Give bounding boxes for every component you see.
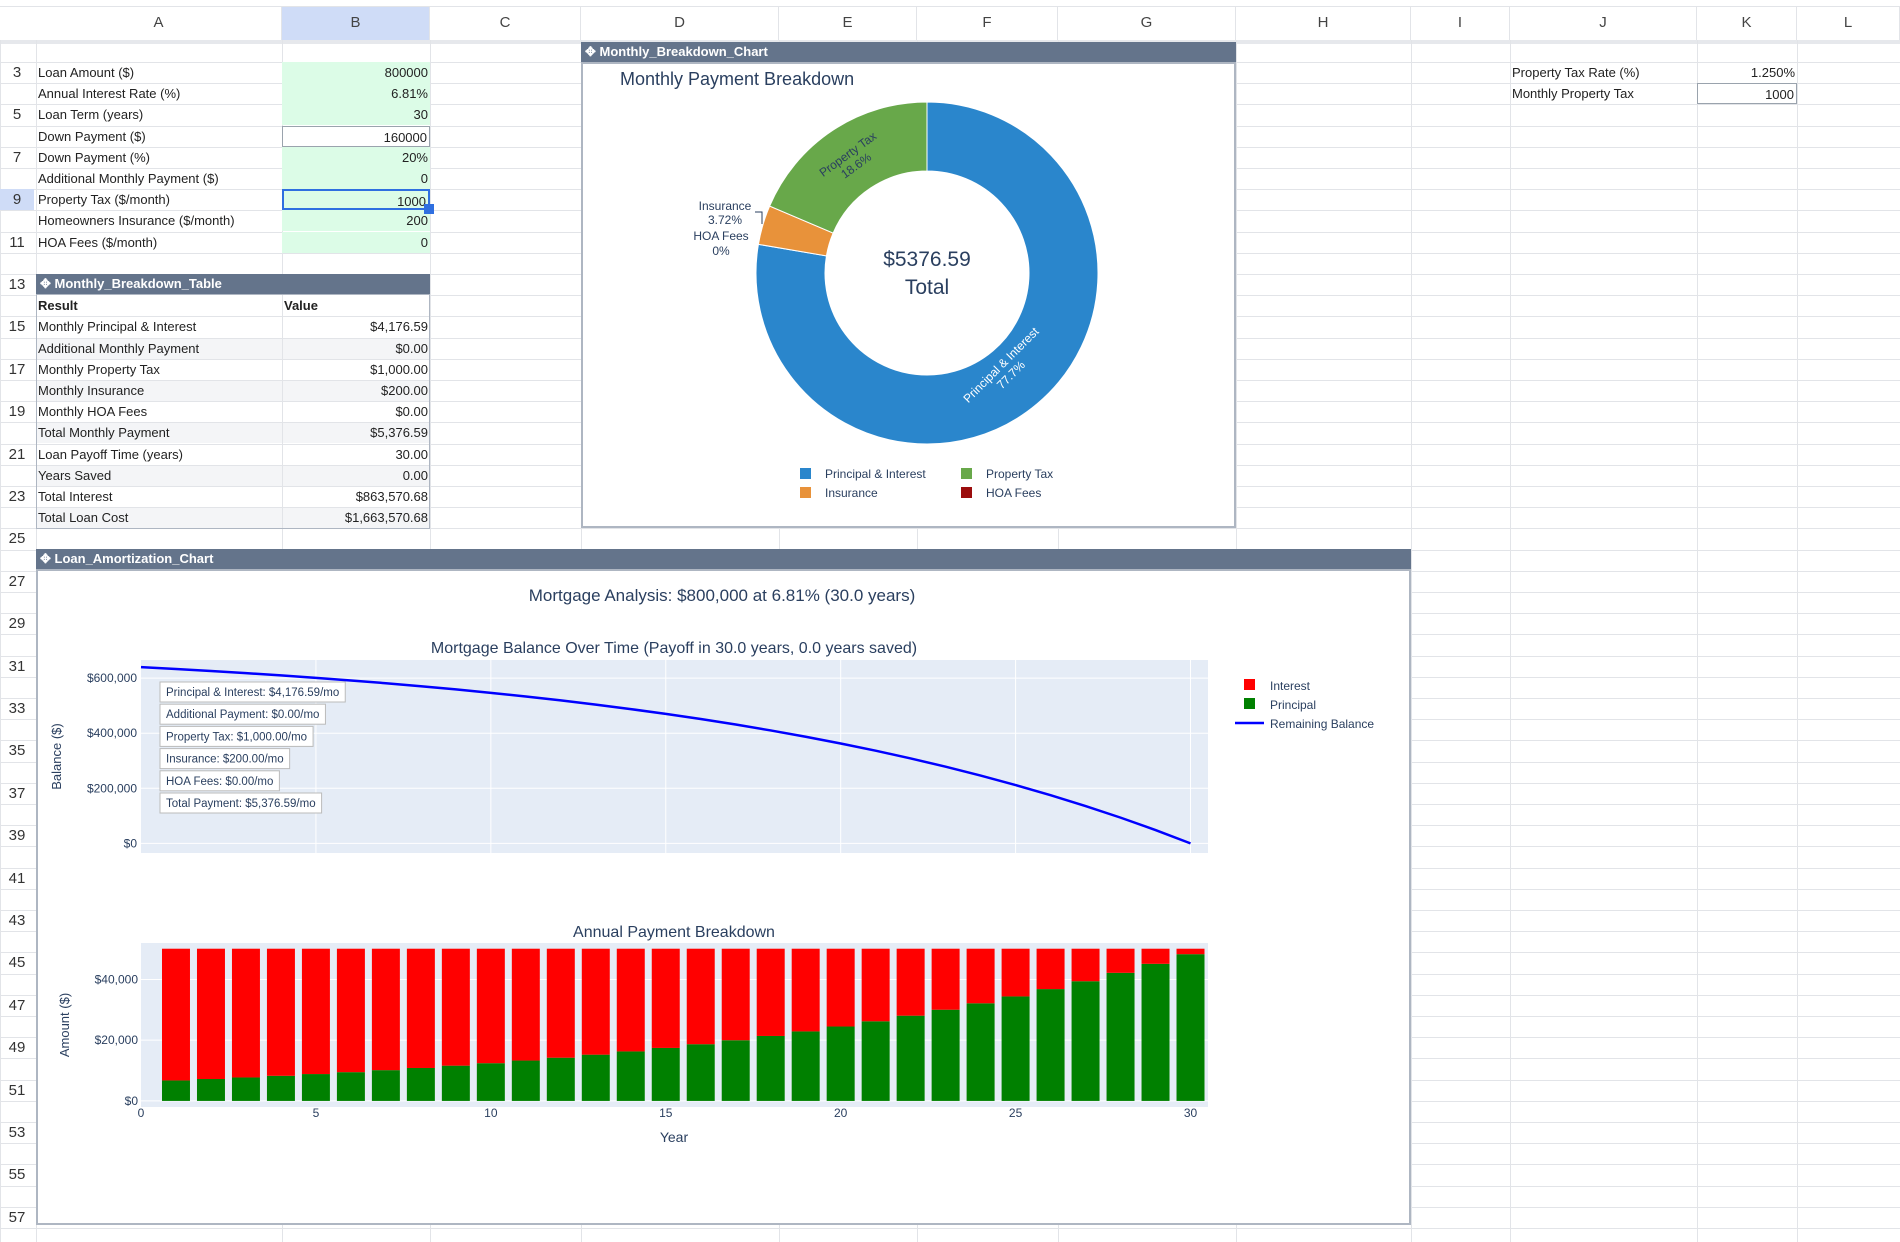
- interest-bar: [546, 948, 575, 1058]
- interest-bar: [1071, 948, 1100, 982]
- principal-bar: [161, 1080, 190, 1101]
- interest-bar: [266, 948, 295, 1076]
- payment-annotation: Total Payment: $5,376.59/mo: [166, 798, 316, 810]
- interest-bar: [336, 948, 365, 1073]
- interest-bar: [1001, 948, 1030, 997]
- interest-bar: [651, 948, 680, 1048]
- interest-bar: [301, 948, 330, 1075]
- amortization-main-title: Mortgage Analysis: $800,000 at 6.81% (30…: [529, 586, 916, 605]
- interest-bar: [616, 948, 645, 1052]
- principal-bar: [861, 1021, 890, 1101]
- interest-bar: [756, 948, 785, 1036]
- bar-y-tick-label: $0: [125, 1094, 139, 1108]
- interest-bar: [1036, 948, 1065, 990]
- bar-x-tick-label: 15: [659, 1106, 673, 1120]
- legend-swatch-principal: [1244, 698, 1255, 709]
- principal-bar: [441, 1065, 470, 1101]
- balance-y-tick-label: $600,000: [87, 671, 137, 685]
- principal-bar: [721, 1040, 750, 1101]
- interest-bar: [161, 948, 190, 1081]
- principal-bar: [616, 1051, 645, 1101]
- principal-bar: [1036, 989, 1065, 1101]
- interest-bar: [1176, 948, 1205, 955]
- principal-bar: [1071, 981, 1100, 1101]
- amortization-chart-svg: Mortgage Analysis: $800,000 at 6.81% (30…: [49, 586, 1374, 1145]
- interest-bar: [581, 948, 610, 1055]
- interest-bar: [231, 948, 260, 1078]
- legend-swatch-interest: [1244, 679, 1255, 690]
- principal-bar: [581, 1054, 610, 1101]
- balance-y-tick-label: $400,000: [87, 726, 137, 740]
- interest-bar: [371, 948, 400, 1071]
- principal-bar: [826, 1026, 855, 1101]
- interest-bar: [826, 948, 855, 1027]
- bar-x-tick-label: 5: [313, 1106, 320, 1120]
- principal-bar: [476, 1063, 505, 1101]
- principal-bar: [896, 1015, 925, 1101]
- principal-bar: [546, 1057, 575, 1101]
- principal-bar: [1176, 954, 1205, 1101]
- payment-annotation: Principal & Interest: $4,176.59/mo: [166, 687, 339, 699]
- bar-y-axis-label: Amount ($): [57, 993, 72, 1057]
- principal-bar: [336, 1072, 365, 1101]
- bar-x-tick-label: 0: [138, 1106, 145, 1120]
- bar-y-tick-label: $20,000: [95, 1033, 139, 1047]
- principal-bar: [791, 1031, 820, 1101]
- legend-item: Principal: [1270, 698, 1316, 712]
- interest-bar: [686, 948, 715, 1045]
- balance-y-tick-label: $200,000: [87, 781, 137, 795]
- principal-bar: [966, 1003, 995, 1101]
- interest-bar: [721, 948, 750, 1041]
- balance-y-axis-label: Balance ($): [49, 723, 64, 789]
- interest-bar: [511, 948, 540, 1061]
- balance-chart-title: Mortgage Balance Over Time (Payoff in 30…: [431, 640, 917, 657]
- payment-annotation: Property Tax: $1,000.00/mo: [166, 731, 307, 743]
- interest-bar: [196, 948, 225, 1080]
- principal-bar: [1001, 996, 1030, 1101]
- principal-bar: [1106, 972, 1135, 1101]
- bar-y-tick-label: $40,000: [95, 972, 139, 986]
- interest-bar: [406, 948, 435, 1068]
- principal-bar: [931, 1009, 960, 1101]
- legend-item: Remaining Balance: [1270, 717, 1374, 731]
- principal-bar: [1141, 963, 1170, 1101]
- principal-bar: [301, 1074, 330, 1101]
- interest-bar: [966, 948, 995, 1004]
- principal-bar: [196, 1079, 225, 1101]
- principal-bar: [651, 1047, 680, 1101]
- principal-bar: [756, 1035, 785, 1101]
- payment-annotation: Additional Payment: $0.00/mo: [166, 709, 319, 721]
- interest-bar: [931, 948, 960, 1010]
- principal-bar: [406, 1067, 435, 1101]
- interest-bar: [441, 948, 470, 1066]
- interest-bar: [791, 948, 820, 1032]
- principal-bar: [231, 1077, 260, 1101]
- payment-annotation: Insurance: $200.00/mo: [166, 754, 284, 766]
- balance-y-tick-label: $0: [124, 836, 138, 850]
- bar-chart-title: Annual Payment Breakdown: [573, 924, 775, 941]
- principal-bar: [511, 1060, 540, 1101]
- bar-x-axis-label: Year: [660, 1129, 689, 1145]
- interest-bar: [476, 948, 505, 1064]
- bar-x-tick-label: 20: [834, 1106, 848, 1120]
- principal-bar: [686, 1044, 715, 1101]
- bar-x-tick-label: 25: [1009, 1106, 1023, 1120]
- payment-annotation: HOA Fees: $0.00/mo: [166, 776, 273, 788]
- bar-x-tick-label: 30: [1184, 1106, 1198, 1120]
- principal-bar: [371, 1070, 400, 1101]
- principal-bar: [266, 1075, 295, 1101]
- bar-x-tick-label: 10: [484, 1106, 498, 1120]
- legend-item: Interest: [1270, 679, 1311, 693]
- interest-bar: [896, 948, 925, 1016]
- interest-bar: [861, 948, 890, 1022]
- interest-bar: [1106, 948, 1135, 973]
- interest-bar: [1141, 948, 1170, 964]
